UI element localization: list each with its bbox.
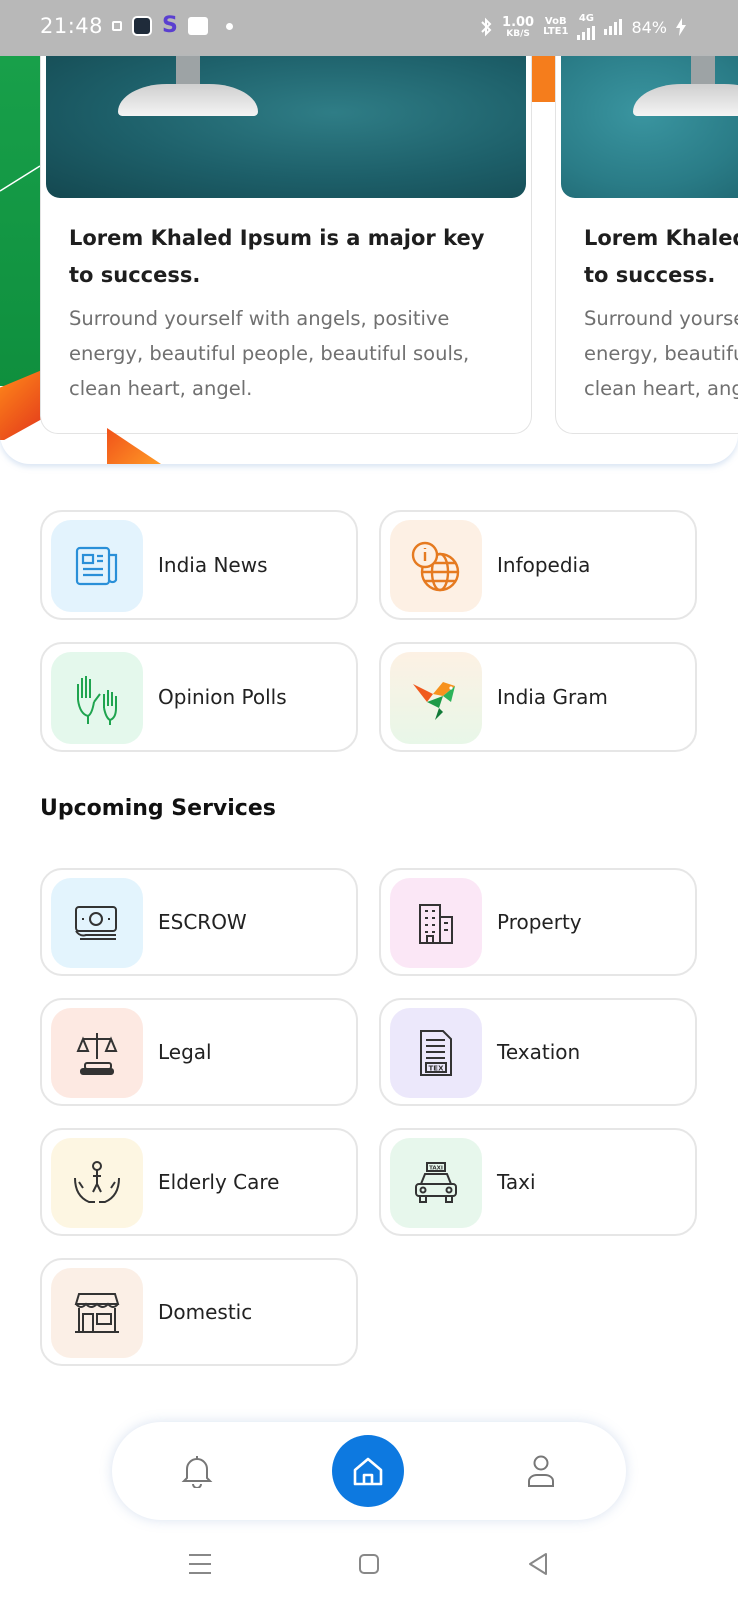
card-text: Surround yourself with angels, positive …: [69, 307, 470, 400]
app-notification-icon: [132, 16, 152, 36]
signal-bars-2-icon: [604, 19, 623, 35]
tile-icon-bg: [51, 652, 143, 744]
network-speed-value: 1.00: [502, 14, 535, 30]
status-bar: 21:48 S 1.00 KB/S VoB LTE1 4G 84%: [0, 0, 738, 56]
shop-icon: [74, 1293, 120, 1333]
tile-label: Opinion Polls: [158, 685, 287, 709]
tile-icon-bg: [51, 1008, 143, 1098]
square-icon: [359, 1554, 379, 1574]
s-app-icon: S: [162, 13, 178, 38]
tile-icon-bg: [51, 520, 143, 612]
tile-icon-bg: [390, 878, 482, 968]
user-icon: [528, 1455, 554, 1487]
taxi-tile[interactable]: TAXI Taxi: [379, 1128, 697, 1236]
newspaper-icon: [75, 546, 118, 586]
tax-document-icon: TEX: [420, 1030, 452, 1076]
tile-icon-bg: TEX: [390, 1008, 482, 1098]
property-tile[interactable]: Property: [379, 868, 697, 976]
bottom-nav: [112, 1422, 626, 1520]
carousel-card-1[interactable]: Lorem Khaled Ipsum is a major key to suc…: [40, 56, 532, 434]
card-title: Lorem Khaled Ipsum is a major key to suc…: [584, 226, 738, 287]
network-speed-unit: KB/S: [506, 28, 530, 39]
opinion-polls-tile[interactable]: Opinion Polls: [40, 642, 358, 752]
system-icons: 1.00 KB/S VoB LTE1 4G 84%: [479, 14, 686, 40]
care-hands-icon: [74, 1161, 120, 1203]
lamp-shade: [118, 84, 258, 116]
domestic-tile[interactable]: Domestic: [40, 1258, 358, 1366]
recent-apps-button[interactable]: [180, 1544, 220, 1584]
tile-label: Legal: [158, 1040, 212, 1064]
elderly-care-tile[interactable]: Elderly Care: [40, 1128, 358, 1236]
svg-text:TEX: TEX: [429, 1065, 445, 1073]
texation-tile[interactable]: TEX Texation: [379, 998, 697, 1106]
network-speed: 1.00 KB/S: [502, 16, 534, 39]
tile-icon-bg: [51, 1138, 143, 1228]
banner-green-decoration: [0, 56, 41, 386]
scales-icon: [76, 1033, 118, 1075]
taxi-icon: TAXI: [415, 1162, 457, 1203]
tile-icon-bg: [390, 520, 482, 612]
network-type-label: 4G: [578, 13, 595, 24]
lamp-stem: [691, 56, 715, 86]
more-notifications-icon: [225, 22, 233, 30]
card-image-lamp: [561, 56, 738, 198]
card-text: Surround yourself with angels, positive …: [584, 307, 738, 400]
bell-icon: [181, 1456, 213, 1488]
building-icon: [419, 904, 453, 944]
tile-icon-bg: [390, 652, 482, 744]
tile-label: Domestic: [158, 1300, 253, 1324]
tile-label: Texation: [497, 1040, 581, 1064]
volte-indicator: VoB LTE1: [543, 17, 568, 37]
carousel-card-2[interactable]: Lorem Khaled Ipsum is a major key to suc…: [555, 56, 738, 434]
lamp-stem: [176, 56, 200, 86]
menu-lines-icon: [189, 1554, 211, 1574]
bluetooth-icon: [481, 17, 492, 37]
india-news-tile[interactable]: India News: [40, 510, 358, 620]
infopedia-tile[interactable]: Infopedia: [379, 510, 697, 620]
tile-label: Property: [497, 910, 582, 934]
tile-icon-bg: [51, 1268, 143, 1358]
cat-app-icon: [187, 17, 208, 35]
svg-text:TAXI: TAXI: [429, 1166, 443, 1172]
home-system-button[interactable]: [349, 1544, 389, 1584]
notifications-button[interactable]: [172, 1446, 222, 1496]
tile-icon-bg: TAXI: [390, 1138, 482, 1228]
tile-label: ESCROW: [158, 910, 247, 934]
back-button[interactable]: [518, 1544, 558, 1584]
banner-line-decoration: [0, 165, 41, 192]
notification-icon: [112, 21, 122, 31]
charging-icon: [676, 18, 686, 36]
card-title: Lorem Khaled Ipsum is a major key to suc…: [69, 226, 485, 287]
tile-label: India News: [158, 553, 268, 577]
card-image-lamp: [46, 56, 526, 198]
home-icon: [353, 1457, 383, 1486]
tile-label: India Gram: [497, 685, 608, 709]
network-type: 4G: [577, 13, 596, 40]
system-nav-bar: [0, 1530, 738, 1600]
bird-logo-icon: [413, 682, 455, 720]
lamp-shade: [633, 84, 738, 116]
legal-tile[interactable]: Legal: [40, 998, 358, 1106]
tile-icon-bg: [51, 878, 143, 968]
upcoming-services-title: Upcoming Services: [40, 796, 276, 821]
info-globe-icon: [411, 541, 460, 592]
profile-button[interactable]: [516, 1446, 566, 1496]
status-time: 21:48: [40, 14, 104, 38]
tile-label: Infopedia: [497, 553, 591, 577]
raised-hands-icon: [77, 676, 117, 725]
volte-bottom: LTE1: [543, 26, 569, 37]
battery-level: 84%: [631, 17, 667, 37]
home-button[interactable]: [332, 1435, 404, 1507]
signal-bars-1-icon: [577, 24, 596, 40]
tile-label: Taxi: [497, 1170, 536, 1194]
banner-orange-stripe: [530, 56, 556, 102]
tile-label: Elderly Care: [158, 1170, 280, 1194]
cash-icon: [75, 906, 117, 940]
escrow-tile[interactable]: ESCROW: [40, 868, 358, 976]
notification-icons: S: [112, 15, 233, 37]
india-gram-tile[interactable]: India Gram: [379, 642, 697, 752]
back-triangle-icon: [529, 1553, 547, 1575]
